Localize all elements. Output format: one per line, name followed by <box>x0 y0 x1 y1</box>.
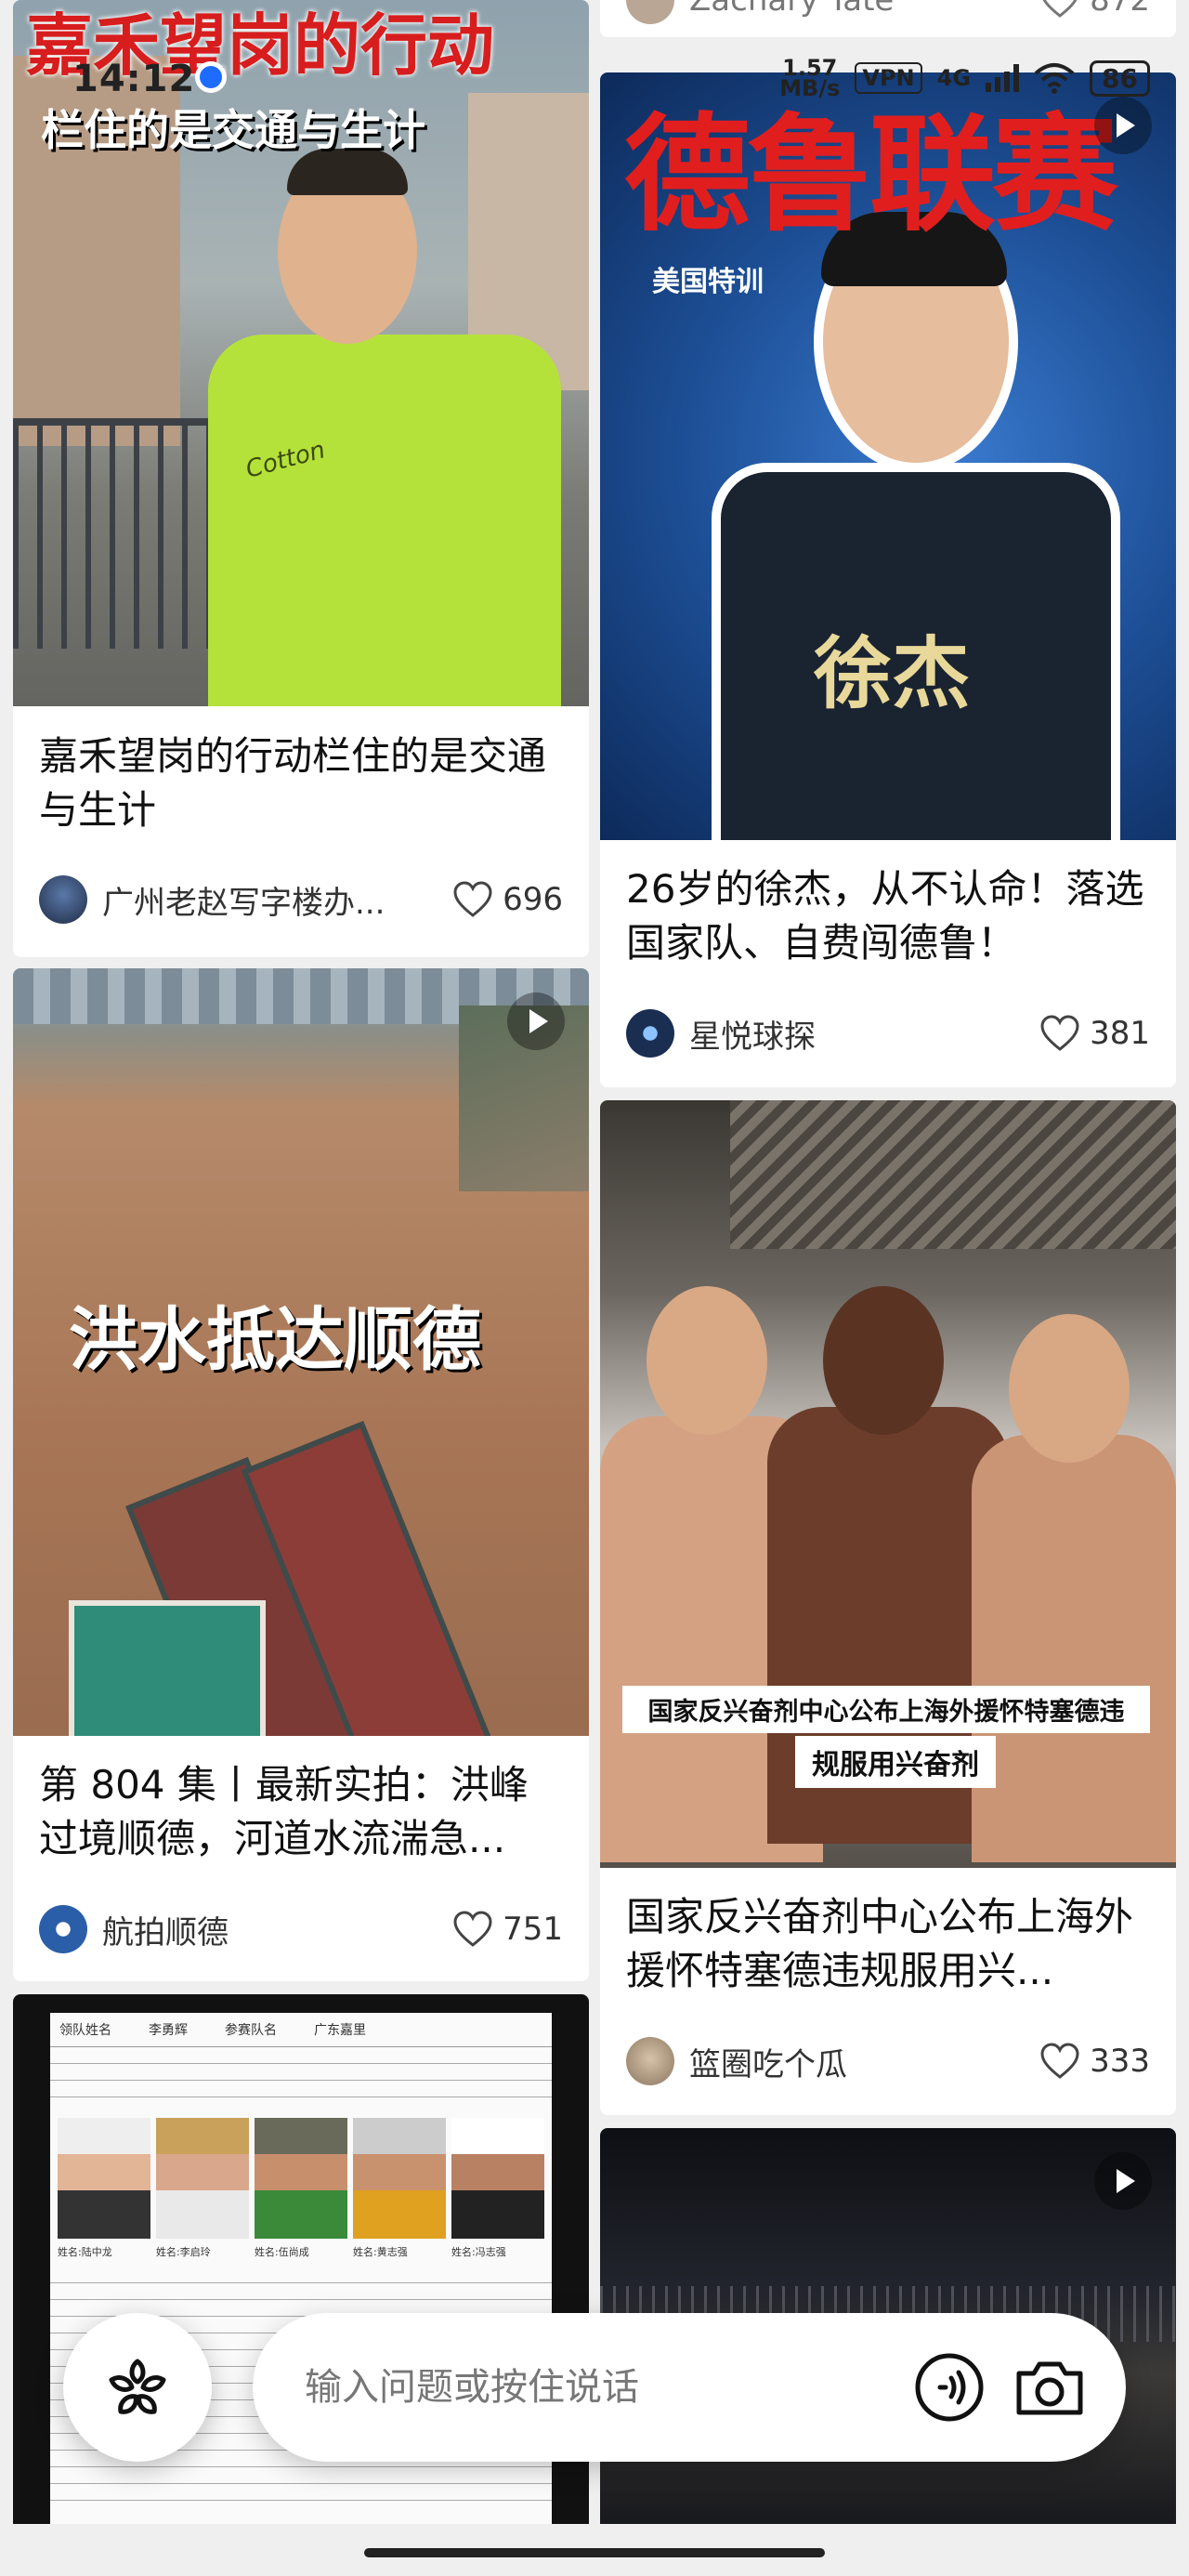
card-meta: 广州老赵写字楼办... 696 <box>39 875 563 924</box>
athlete-middle-head <box>823 1286 944 1435</box>
jersey-name: 徐杰 <box>814 628 971 719</box>
voice-icon <box>915 2353 984 2422</box>
vpn-badge: VPN <box>855 62 922 94</box>
feed-card[interactable]: Cotton 嘉禾望岗的行动 栏住的是交通与生计 嘉禾望岗的行动栏住的是交通与生… <box>13 0 589 957</box>
status-right: 1.57 MB/s VPN 4G 86 <box>779 57 1150 101</box>
net-speed: 1.57 MB/s <box>779 57 841 101</box>
doc-grid-lines <box>50 2047 552 2112</box>
feed-card[interactable]: 国家反兴奋剂中心公布上海外援怀特塞德违 规服用兴奋剂 国家反兴奋剂中心公布上海外… <box>600 1100 1176 2115</box>
voice-button[interactable] <box>910 2348 988 2426</box>
like-button[interactable]: 333 <box>1039 2043 1150 2080</box>
athlete-right-head <box>1009 1314 1130 1463</box>
doc-header-row: 领队姓名 李勇辉 参赛队名 广东嘉里 <box>50 2013 552 2047</box>
ai-flower-icon <box>109 2359 166 2414</box>
feed-card[interactable]: 德鲁联赛 美国特训 徐杰 26岁的徐杰，从不认命！落选国家队、自费闯德鲁！ 星悦… <box>600 72 1176 1087</box>
like-count: 381 <box>1090 1015 1150 1052</box>
card-meta: 篮圈吃个瓜 333 <box>626 2037 1150 2085</box>
play-icon[interactable] <box>507 992 565 1050</box>
camera-button[interactable] <box>1011 2348 1089 2426</box>
card-meta: 航拍顺德 751 <box>39 1905 563 1953</box>
ai-assistant-button[interactable] <box>63 2313 212 2462</box>
wifi-icon <box>1034 63 1075 94</box>
like-count: 333 <box>1090 2043 1150 2080</box>
signal-icon <box>986 64 1020 92</box>
ask-box <box>253 2313 1126 2462</box>
ceiling-panel <box>730 1100 1176 1249</box>
thumbnail-overlay-title: 洪水抵达顺德 <box>69 1300 481 1380</box>
like-button[interactable]: 381 <box>1039 1015 1150 1052</box>
heart-icon <box>453 881 492 917</box>
boat-green <box>69 1600 266 1736</box>
player-photo <box>156 2118 249 2239</box>
player-photo <box>255 2118 347 2239</box>
like-count: 696 <box>503 881 563 918</box>
heart-icon <box>1040 2043 1079 2079</box>
assistant-bar <box>63 2312 1126 2463</box>
thumbnail-caption-line1: 国家反兴奋剂中心公布上海外援怀特塞德违 <box>622 1686 1150 1733</box>
author-avatar[interactable] <box>39 875 87 924</box>
author-avatar[interactable] <box>626 1009 674 1058</box>
athlete-left-head <box>647 1286 767 1435</box>
player-photo <box>58 2118 150 2239</box>
card-thumbnail[interactable]: 国家反兴奋剂中心公布上海外援怀特塞德违 规服用兴奋剂 <box>600 1100 1176 1868</box>
heart-icon <box>1040 1015 1079 1051</box>
author-avatar[interactable] <box>626 2037 674 2085</box>
player-photo <box>451 2118 544 2239</box>
player-photo-row <box>50 2112 552 2244</box>
feed-card[interactable]: 洪水抵达顺德 第 804 集丨最新实拍：洪峰过境顺德，河道水流湍急... 航拍顺… <box>13 968 589 1981</box>
author-name[interactable]: 星悦球探 <box>689 1011 1021 1057</box>
author-name[interactable]: 航拍顺德 <box>102 1907 434 1952</box>
player-photo <box>353 2118 446 2239</box>
like-button[interactable]: 696 <box>452 881 563 918</box>
thumbnail-overlay-subtitle: 美国特训 <box>652 266 764 298</box>
heart-icon <box>453 1911 492 1947</box>
battery-indicator: 86 <box>1090 59 1150 97</box>
like-count: 751 <box>503 1911 563 1948</box>
play-icon[interactable] <box>1094 2152 1152 2210</box>
athlete-right <box>972 1435 1176 1862</box>
author-name[interactable]: 篮圈吃个瓜 <box>689 2039 1021 2084</box>
card-meta: 星悦球探 381 <box>626 1009 1150 1058</box>
author-name[interactable]: 广州老赵写字楼办... <box>102 877 434 923</box>
card-thumbnail[interactable]: 德鲁联赛 美国特训 徐杰 <box>600 72 1176 840</box>
card-title[interactable]: 国家反兴奋剂中心公布上海外援怀特塞德违规服用兴... <box>626 1890 1154 1998</box>
card-title[interactable]: 嘉禾望岗的行动栏住的是交通与生计 <box>39 729 567 837</box>
person-shirt <box>208 335 561 706</box>
card-thumbnail[interactable]: 洪水抵达顺德 <box>13 968 589 1736</box>
player-label-row: 姓名:陆中龙 姓名:李启玲 姓名:伍尚成 姓名:黄志强 姓名:冯志强 <box>58 2246 506 2258</box>
ask-input[interactable] <box>303 2365 888 2410</box>
location-icon <box>195 61 227 93</box>
status-time: 14:12 <box>72 58 196 100</box>
status-bar: 14:12 1.57 MB/s VPN 4G 86 <box>0 0 1189 139</box>
author-avatar[interactable] <box>39 1905 87 1953</box>
card-title[interactable]: 第 804 集丨最新实拍：洪峰过境顺德，河道水流湍急... <box>39 1758 567 1866</box>
net-speed-unit: MB/s <box>779 75 841 101</box>
camera-icon <box>1016 2361 1083 2415</box>
card-title[interactable]: 26岁的徐杰，从不认命！落选国家队、自费闯德鲁！ <box>626 862 1154 970</box>
home-indicator[interactable] <box>364 2548 825 2557</box>
feed-grid: Cotton 嘉禾望岗的行动 栏住的是交通与生计 嘉禾望岗的行动栏住的是交通与生… <box>0 0 1189 2576</box>
network-type: 4G <box>936 65 972 91</box>
thumbnail-caption-line2: 规服用兴奋剂 <box>795 1736 996 1788</box>
like-button[interactable]: 751 <box>452 1911 563 1948</box>
